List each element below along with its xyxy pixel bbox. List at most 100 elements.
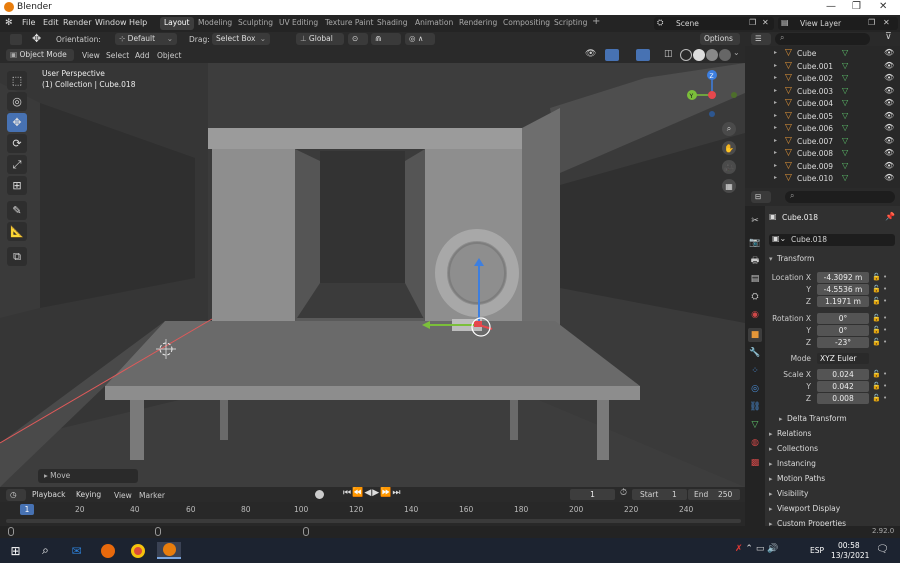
mail-app-icon[interactable]: ✉ [68,542,85,559]
frame-range-start[interactable]: Start 1 [632,489,687,500]
rotation-z-field[interactable]: -23° [817,337,869,348]
tab-scripting[interactable]: Scripting [550,17,591,30]
outliner-item-cube-006[interactable]: ▸ ▽ Cube.006 ▽ 👁 [745,123,900,135]
orientation-dropdown[interactable]: ⊹ Default ⌄ [115,33,177,45]
visibility-eye-icon[interactable]: 👁 [585,49,596,59]
scale-z-field[interactable]: 0.008 [817,393,869,404]
zoom-icon[interactable]: ⌕ [722,122,736,136]
frame-range-end[interactable]: End 250 [688,489,740,500]
outliner-item-cube-002[interactable]: ▸ ▽ Cube.002 ▽ 👁 [745,73,900,85]
expand-icon[interactable]: ▸ [774,137,777,144]
tab-texture-icon[interactable]: ▩ [748,456,762,470]
rotation-y-field[interactable]: 0° [817,325,869,336]
visibility-eye-icon[interactable]: 👁 [884,86,894,95]
timeline-area[interactable]: 1 20 40 60 80 100 120 140 160 180 200 22… [0,502,745,526]
timeline-marker-menu[interactable]: Marker [139,491,165,500]
tab-layout[interactable]: Layout [160,17,194,30]
tab-tool-icon[interactable]: ✂ [748,214,762,228]
visibility-eye-icon[interactable]: 👁 [884,161,894,170]
add-workspace-icon[interactable]: + [592,16,600,27]
menu-add[interactable]: Add [135,51,150,60]
lock-icon[interactable]: 🔓 • [872,285,887,293]
last-operator-panel[interactable]: ▸ Move [38,469,138,483]
outliner-item-cube-009[interactable]: ▸ ▽ Cube.009 ▽ 👁 [745,161,900,173]
expand-icon[interactable]: ▸ [774,99,777,106]
viewport-display-panel[interactable]: Viewport Display [767,502,898,516]
expand-icon[interactable]: ▸ [774,162,777,169]
play-icon[interactable]: ▶ [372,488,380,498]
options-dropdown[interactable]: Options [700,33,740,45]
visibility-eye-icon[interactable]: 👁 [884,173,894,182]
3d-viewport[interactable]: Z Y ⬚ ◎ ✥ ⟳ ⤢ ⊞ ✎ 📐 ⧉ User Perspective (… [0,63,745,487]
record-button[interactable] [315,490,324,499]
drag-dropdown[interactable]: Select Box ⌄ [212,33,270,45]
next-key-icon[interactable]: ⏩ [380,488,392,498]
object-datablock[interactable]: ▣⌄ Cube.018 [769,234,895,246]
blender-taskbar-icon[interactable] [157,542,181,559]
tab-scene-icon[interactable]: ⛭ [748,290,762,304]
delta-transform-panel[interactable]: Delta Transform [777,412,897,426]
expand-icon[interactable]: ▸ [774,87,777,94]
menu-edit[interactable]: Edit [43,18,59,27]
tab-modifier-icon[interactable]: 🔧 [748,346,762,360]
scene-close-icon[interactable]: ✕ [762,18,769,27]
tab-animation[interactable]: Animation [411,17,457,30]
custom-properties-panel[interactable]: Custom Properties [767,517,898,526]
location-y-field[interactable]: -4.5536 m [817,284,869,295]
outliner-search[interactable]: ⌕ [775,33,870,45]
chrome-icon[interactable] [129,542,146,559]
perspective-grid-icon[interactable]: ▦ [722,179,736,193]
outliner-item-cube-005[interactable]: ▸ ▽ Cube.005 ▽ 👁 [745,111,900,123]
view-layer-copy-icon[interactable]: ❐ [868,18,875,27]
tab-data-icon[interactable]: ▽ [748,418,762,432]
tab-render-icon[interactable]: 📷 [748,236,762,250]
tab-texture-paint[interactable]: Texture Paint [321,17,377,30]
filter-icon[interactable]: ⊽ [885,32,892,42]
expand-icon[interactable]: ▸ [774,124,777,131]
instancing-panel[interactable]: Instancing [767,457,898,471]
visibility-eye-icon[interactable]: 👁 [884,111,894,120]
pan-hand-icon[interactable]: ✋ [722,141,736,155]
lock-icon[interactable]: 🔓 • [872,338,887,346]
rotate-tool[interactable]: ⟳ [7,134,27,153]
outliner-item-cube-003[interactable]: ▸ ▽ Cube.003 ▽ 👁 [745,86,900,98]
lock-icon[interactable]: 🔓 • [872,326,887,334]
shading-options-icon[interactable]: ⌄ [733,48,740,57]
lock-icon[interactable]: 🔓 • [872,273,887,281]
tab-output-icon[interactable]: 🖶 [748,254,762,268]
visibility-eye-icon[interactable]: 👁 [884,61,894,70]
view-layer-selector[interactable]: ▤ View Layer ❐ ✕ [778,17,898,30]
gizmo-toggle-button[interactable] [605,49,619,61]
visibility-eye-icon[interactable]: 👁 [884,123,894,132]
add-cube-tool[interactable]: ⧉ [7,247,27,266]
jump-end-icon[interactable]: ⏭ [392,488,401,498]
collections-panel[interactable]: Collections [767,442,898,456]
tab-view-layer-icon[interactable]: ▤ [748,272,762,286]
expand-icon[interactable]: ▸ [774,112,777,119]
snap-toggle[interactable]: ⋒ [371,33,401,45]
menu-view[interactable]: View [82,51,100,60]
scale-tool[interactable]: ⤢ [7,155,27,174]
search-icon[interactable]: ⌕ [37,542,54,559]
tab-constraints-icon[interactable]: ⛓ [748,400,762,414]
pin-icon[interactable]: 📌 [885,212,895,221]
playback-controls[interactable]: ⏮⏪◀▶⏩⏭ [343,488,402,498]
playback-menu[interactable]: Playback [28,489,72,501]
frame-cursor[interactable]: 1 [20,504,34,515]
maximize-icon[interactable]: ❐ [852,1,861,12]
location-z-field[interactable]: 1.1971 m [817,296,869,307]
tab-physics-icon[interactable]: ◎ [748,382,762,396]
outliner[interactable]: ▸ ▽ Cube ▽ 👁 ▸ ▽ Cube.001 ▽ 👁 ▸ ▽ Cube.002 ▽ 👁 ▸ ▽ Cub… [745,46,900,188]
tray-app-icon[interactable]: ✗ [735,544,743,554]
scale-x-field[interactable]: 0.024 [817,369,869,380]
transform-panel-header[interactable]: Transform [767,252,898,266]
minimize-icon[interactable]: — [826,1,836,12]
object-mode-dropdown[interactable]: ▣ Object Mode [6,49,74,61]
cursor-tool-icon[interactable] [10,34,22,45]
viewport-scene[interactable]: Z Y [0,63,745,487]
shading-rendered-icon[interactable] [719,49,731,61]
object-name[interactable]: Cube.018 [782,213,818,222]
windows-start-icon[interactable]: ⊞ [7,542,24,559]
blender-menu-icon[interactable]: ✻ [5,18,13,28]
shading-solid-icon[interactable] [693,49,705,61]
